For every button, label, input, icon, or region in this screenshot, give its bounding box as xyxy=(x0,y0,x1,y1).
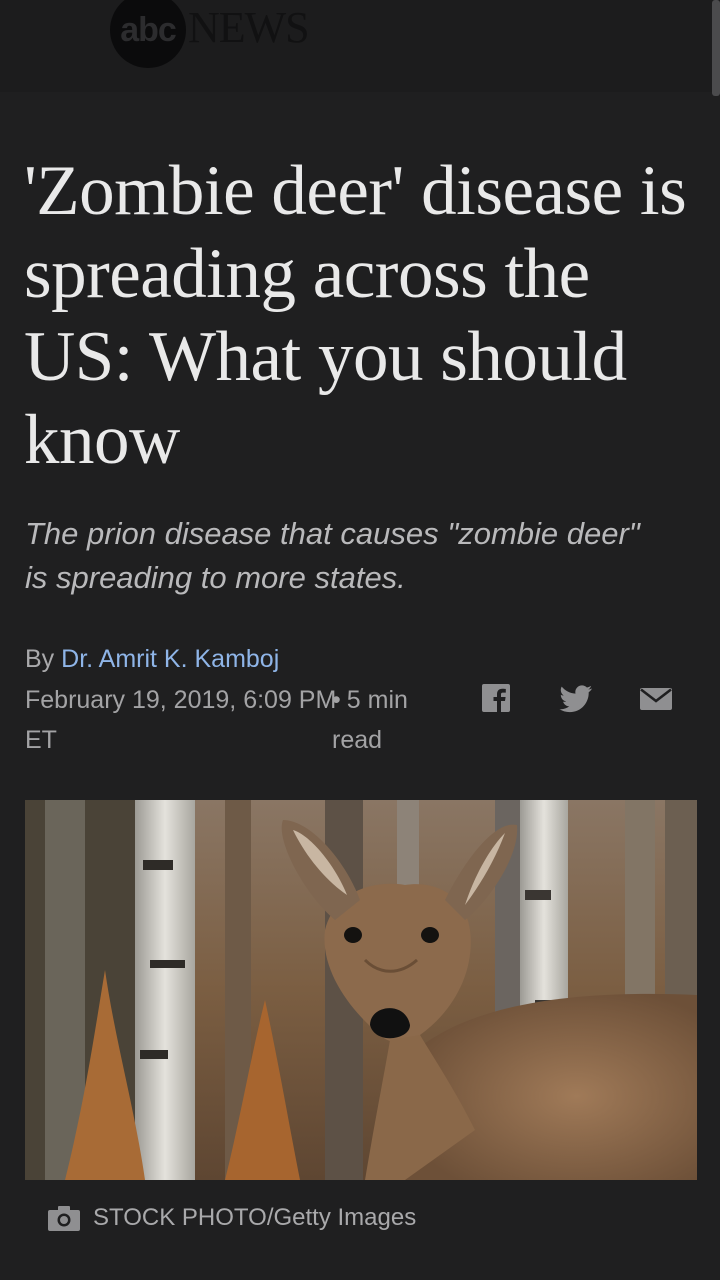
read-time: • 5 min xyxy=(332,680,442,720)
camera-icon xyxy=(47,1204,81,1232)
byline: By Dr. Amrit K. Kamboj xyxy=(25,640,279,678)
email-icon[interactable] xyxy=(638,682,674,718)
twitter-icon[interactable] xyxy=(558,682,594,718)
news-wordmark: NEWS xyxy=(188,3,310,52)
abc-logo-circle: abc xyxy=(110,0,186,68)
photo-credit: STOCK PHOTO/Getty Images xyxy=(93,1204,417,1231)
read-time-label: read xyxy=(332,726,383,754)
site-header: abc NEWS xyxy=(0,0,720,92)
article-photo[interactable] xyxy=(25,800,697,1180)
scrollbar-thumb[interactable] xyxy=(712,0,720,96)
article-subheadline: The prion disease that causes "zombie de… xyxy=(25,516,640,595)
separator-dot: • xyxy=(332,686,341,714)
author-link[interactable]: Dr. Amrit K. Kamboj xyxy=(61,645,279,673)
byline-prefix: By xyxy=(25,645,55,673)
facebook-icon[interactable] xyxy=(480,682,516,718)
article-headline: 'Zombie deer' disease is spreading acros… xyxy=(24,152,687,479)
read-time-value: 5 min xyxy=(346,686,408,714)
abc-news-logo[interactable]: abc NEWS xyxy=(110,0,340,68)
publish-date: February 19, 2019, 6:09 PM ET xyxy=(25,686,337,754)
